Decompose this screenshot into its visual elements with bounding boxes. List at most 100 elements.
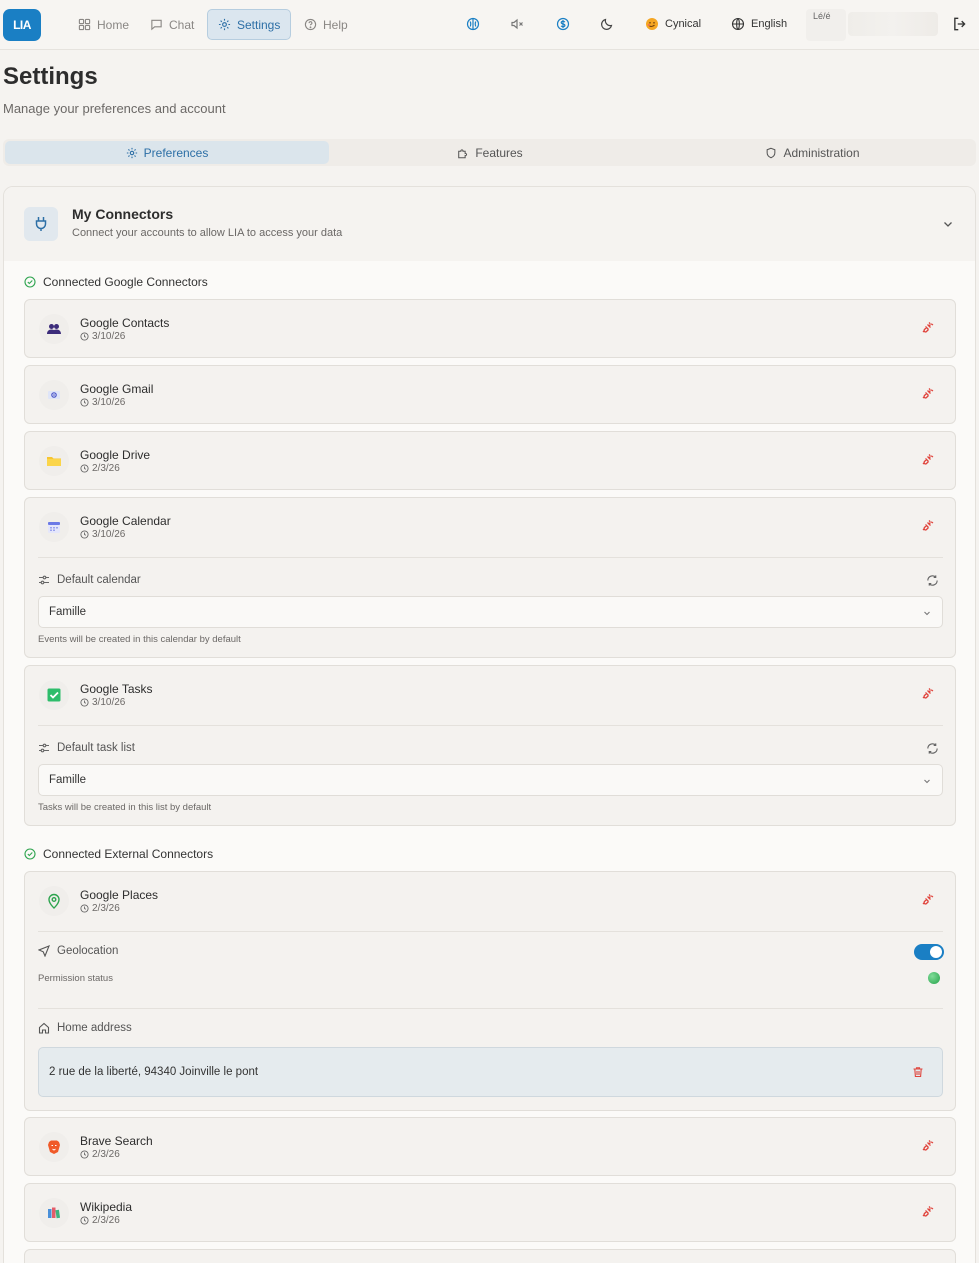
clock-icon (80, 1216, 89, 1225)
app-logo[interactable]: LIA (3, 9, 41, 41)
nav-settings[interactable]: Settings (207, 9, 292, 40)
connector-name: Wikipedia (80, 1200, 133, 1214)
connector-brave-search: Brave Search 2/3/26 (24, 1117, 956, 1176)
tab-features[interactable]: Features (329, 141, 651, 164)
calendar-icon (39, 512, 69, 542)
personality-selector[interactable]: Cynical (645, 15, 701, 33)
connector-name: Google Drive (80, 448, 151, 462)
default-calendar-select[interactable]: Famille (38, 596, 943, 628)
folder-icon (39, 446, 69, 476)
avatar-alt-text: Lé/é (813, 11, 831, 21)
moon-icon[interactable] (599, 16, 615, 32)
default-task-list-label-text: Default task list (57, 742, 135, 754)
default-task-list-hint: Tasks will be created in this list by de… (38, 802, 212, 813)
connector-google-tasks: Google Tasks 3/10/26 Default task list F… (24, 665, 956, 826)
google-connectors-heading: Connected Google Connectors (24, 275, 208, 289)
permission-status-label: Permission status (38, 973, 113, 984)
top-bar: LIA Home Chat Settings Help Cynical Engl… (0, 0, 979, 50)
default-calendar-hint: Events will be created in this calendar … (38, 634, 241, 645)
connector-date-value: 3/10/26 (92, 529, 126, 540)
connector-partial (24, 1249, 956, 1263)
tab-preferences[interactable]: Preferences (5, 141, 329, 164)
geolocation-toggle[interactable] (914, 944, 944, 960)
default-task-list-label: Default task list (38, 742, 135, 754)
refresh-icon[interactable] (926, 574, 939, 587)
clock-icon (80, 904, 89, 913)
help-icon (304, 18, 317, 31)
nav-settings-label: Settings (237, 17, 281, 32)
connectors-card-header[interactable]: My Connectors Connect your accounts to a… (4, 187, 975, 261)
nav-home-label: Home (97, 17, 130, 32)
nav-chat-label: Chat (169, 17, 195, 32)
geolocation-label: Geolocation (38, 945, 118, 957)
tasks-check-icon (39, 680, 69, 710)
connector-name: Google Gmail (80, 382, 154, 396)
connector-date: 2/3/26 (80, 1149, 120, 1160)
check-circle-icon (24, 848, 36, 860)
tab-features-label: Features (475, 145, 523, 160)
gear-icon (218, 18, 231, 31)
sliders-icon (39, 575, 49, 585)
smirk-face-icon (646, 18, 658, 30)
google-connectors-heading-label: Connected Google Connectors (43, 275, 208, 289)
external-connectors-heading-label: Connected External Connectors (43, 847, 214, 861)
connector-date: 2/3/26 (80, 903, 120, 914)
connector-date: 3/10/26 (80, 397, 125, 408)
disconnect-icon[interactable] (921, 892, 935, 906)
gear-icon (126, 147, 137, 158)
tab-administration[interactable]: Administration (651, 141, 974, 164)
connector-name: Brave Search (80, 1134, 153, 1148)
nav-home[interactable]: Home (68, 9, 139, 40)
home-address-label: Home address (38, 1022, 132, 1034)
disconnect-icon[interactable] (921, 1138, 935, 1152)
clock-icon (80, 1150, 89, 1159)
connector-date: 3/10/26 (80, 529, 125, 540)
home-address-field[interactable]: 2 rue de la liberté, 94340 Joinville le … (38, 1047, 943, 1097)
default-calendar-label-text: Default calendar (57, 574, 141, 586)
connector-date-value: 3/10/26 (92, 697, 126, 708)
connector-google-gmail: Google Gmail 3/10/26 (24, 365, 956, 424)
chevron-down-icon[interactable] (941, 217, 955, 231)
connector-name: Google Places (80, 888, 159, 902)
connector-date-value: 2/3/26 (92, 463, 120, 474)
shield-icon (767, 147, 776, 158)
disconnect-icon[interactable] (921, 452, 935, 466)
geolocation-label-text: Geolocation (57, 945, 119, 957)
clock-icon (80, 332, 89, 341)
plug-icon (24, 207, 58, 241)
refresh-icon[interactable] (926, 742, 939, 755)
nav-help[interactable]: Help (294, 9, 358, 40)
map-pin-icon (39, 886, 69, 916)
default-task-list-select[interactable]: Famille (38, 764, 943, 796)
puzzle-icon (458, 148, 468, 158)
language-selector[interactable]: English (731, 15, 787, 33)
disconnect-icon[interactable] (921, 518, 935, 532)
external-connectors-heading: Connected External Connectors (24, 847, 213, 861)
dollar-icon[interactable] (555, 16, 571, 32)
trash-icon[interactable] (912, 1066, 924, 1078)
divider (38, 557, 943, 558)
logout-icon[interactable] (952, 16, 968, 32)
disconnect-icon[interactable] (921, 686, 935, 700)
connector-name: Google Contacts (80, 316, 170, 330)
clock-icon (80, 398, 89, 407)
nav-chat[interactable]: Chat (140, 9, 204, 40)
brain-icon[interactable] (465, 16, 481, 32)
disconnect-icon[interactable] (921, 1204, 935, 1218)
disconnect-icon[interactable] (921, 320, 935, 334)
connector-date: 3/10/26 (80, 331, 125, 342)
connector-name: Google Tasks (80, 682, 153, 696)
tab-administration-label: Administration (783, 145, 860, 160)
home-address-value: 2 rue de la liberté, 94340 Joinville le … (49, 1066, 259, 1078)
divider (38, 725, 943, 726)
clock-icon (80, 464, 89, 473)
user-avatar[interactable]: Lé/é (806, 9, 846, 41)
connector-google-places: Google Places 2/3/26 Geolocation Permiss… (24, 871, 956, 1111)
mute-icon[interactable] (509, 16, 525, 32)
disconnect-icon[interactable] (921, 386, 935, 400)
connector-google-contacts: Google Contacts 3/10/26 (24, 299, 956, 358)
chat-icon (151, 19, 162, 31)
personality-label: Cynical (665, 18, 702, 30)
brave-lion-icon (39, 1132, 69, 1162)
connector-date-value: 2/3/26 (92, 903, 120, 914)
